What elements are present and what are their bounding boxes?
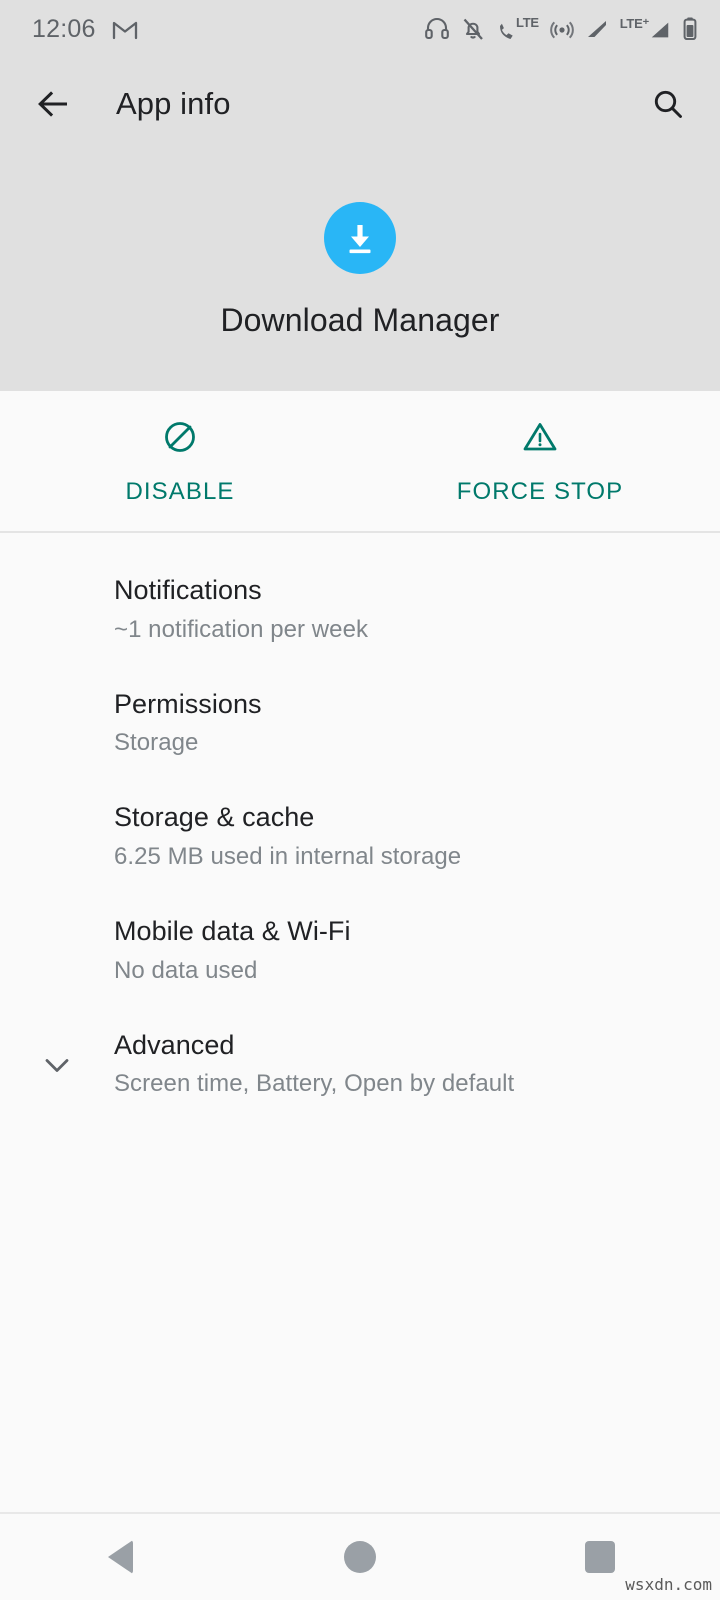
app-name: Download Manager xyxy=(220,302,500,338)
status-bar-left: 12:06 xyxy=(32,15,138,44)
navigation-bar xyxy=(0,1512,720,1600)
list-item-permissions[interactable]: Permissions Storage xyxy=(0,665,720,779)
signal-bars-icon xyxy=(585,17,609,41)
app-header: Download Manager xyxy=(0,150,720,391)
list-item-subtitle: 6.25 MB used in internal storage xyxy=(114,843,462,871)
status-bar: 12:06 LTE LTE⁺ xyxy=(0,0,720,58)
list-item-subtitle: No data used xyxy=(114,956,258,984)
list-item-subtitle: Storage xyxy=(114,729,199,757)
action-row: DISABLE FORCE STOP xyxy=(0,391,720,533)
list-item-title: Notifications xyxy=(114,575,262,605)
app-bar: App info xyxy=(0,58,720,150)
list-item-mobile-data-wifi[interactable]: Mobile data & Wi-Fi No data used xyxy=(0,892,720,1006)
battery-icon xyxy=(682,16,698,42)
hotspot-icon xyxy=(549,17,574,41)
list-item-title: Storage & cache xyxy=(114,802,315,833)
call-lte-icon: LTE xyxy=(496,14,539,44)
list-item-text: Notifications ~1 notification per week xyxy=(114,571,696,645)
list-item-subtitle: Screen time, Battery, Open by default xyxy=(114,1070,515,1098)
gmail-icon xyxy=(112,18,138,40)
notifications-off-icon xyxy=(461,16,485,42)
list-item-leading xyxy=(0,912,114,934)
download-manager-icon xyxy=(324,202,396,274)
chevron-down-icon xyxy=(40,1048,74,1087)
nav-recents-button[interactable] xyxy=(480,1541,720,1573)
back-button[interactable] xyxy=(28,78,80,130)
list-item-leading xyxy=(0,685,114,707)
list-item-text: Permissions Storage xyxy=(114,685,696,759)
status-bar-right: LTE LTE⁺ xyxy=(424,14,698,44)
list-item-subtitle: ~1 notification per week xyxy=(114,615,369,643)
force-stop-button[interactable]: FORCE STOP xyxy=(360,391,720,531)
warning-triangle-icon xyxy=(520,417,560,462)
nav-back-button[interactable] xyxy=(0,1540,240,1574)
nav-recents-square-icon xyxy=(585,1541,615,1573)
nav-home-button[interactable] xyxy=(240,1541,480,1573)
watermark: wsxdn.com xyxy=(625,1575,712,1594)
page-title: App info xyxy=(116,86,231,121)
force-stop-label: FORCE STOP xyxy=(456,477,624,505)
list-item-text: Storage & cache 6.25 MB used in internal… xyxy=(114,798,696,872)
list-item-text: Mobile data & Wi-Fi No data used xyxy=(114,912,696,986)
search-icon xyxy=(654,90,682,118)
phone-screen: 12:06 LTE LTE⁺ App info Download Manager… xyxy=(0,0,720,1600)
disable-label: DISABLE xyxy=(125,477,235,505)
nav-back-triangle-icon xyxy=(107,1540,133,1574)
nav-home-circle-icon xyxy=(344,1541,376,1573)
block-icon xyxy=(160,417,200,462)
list-item-leading xyxy=(0,571,114,593)
list-item-text: Advanced Screen time, Battery, Open by d… xyxy=(114,1026,696,1100)
search-button[interactable] xyxy=(642,78,694,130)
list-item-leading xyxy=(0,1026,114,1087)
list-item-storage-cache[interactable]: Storage & cache 6.25 MB used in internal… xyxy=(0,778,720,892)
signal-lte-plus-icon: LTE⁺ xyxy=(620,16,671,42)
list-item-notifications[interactable]: Notifications ~1 notification per week xyxy=(0,551,720,665)
headset-icon xyxy=(424,16,450,42)
back-arrow-icon xyxy=(38,91,67,117)
list-item-title: Permissions xyxy=(114,688,262,719)
list-item-title: Mobile data & Wi-Fi xyxy=(114,916,351,947)
list-item-leading xyxy=(0,798,114,820)
disable-button[interactable]: DISABLE xyxy=(0,391,360,531)
settings-list: Notifications ~1 notification per week P… xyxy=(0,533,720,1512)
list-item-title: Advanced xyxy=(114,1029,235,1060)
status-clock: 12:06 xyxy=(32,14,96,43)
list-item-advanced[interactable]: Advanced Screen time, Battery, Open by d… xyxy=(0,1006,720,1120)
